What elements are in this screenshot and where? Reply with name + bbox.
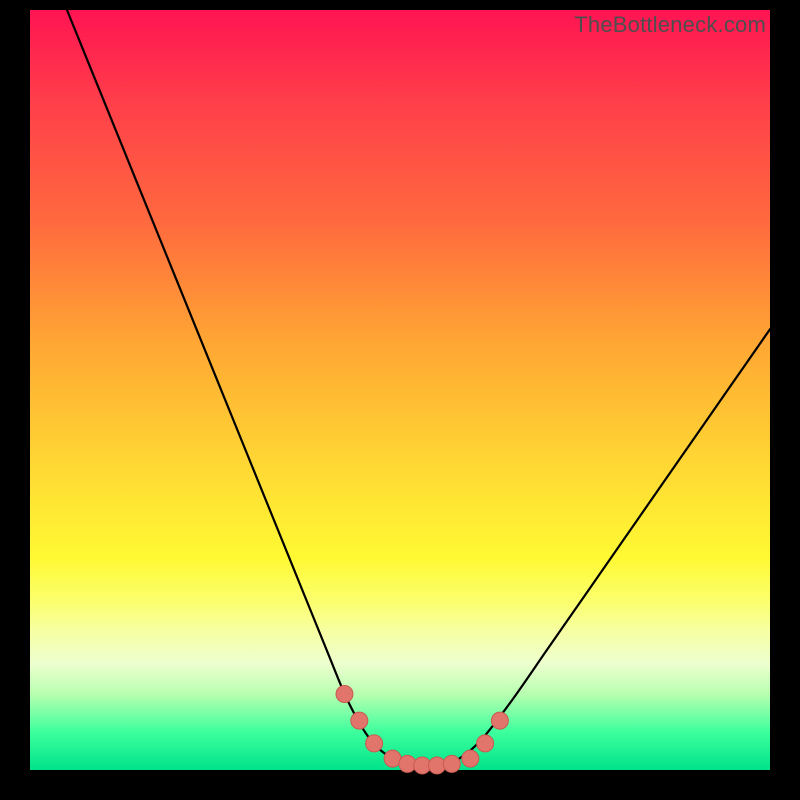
threshold-marker: [491, 712, 508, 729]
threshold-marker: [462, 750, 479, 767]
threshold-markers: [336, 686, 508, 774]
bottleneck-curve: [67, 10, 770, 767]
chart-frame: TheBottleneck.com: [0, 0, 800, 800]
threshold-marker: [336, 686, 353, 703]
threshold-marker: [351, 712, 368, 729]
threshold-marker: [443, 755, 460, 772]
plot-area: [30, 10, 770, 770]
threshold-marker: [366, 735, 383, 752]
threshold-marker: [477, 735, 494, 752]
chart-svg: [30, 10, 770, 770]
watermark-text: TheBottleneck.com: [574, 12, 766, 38]
